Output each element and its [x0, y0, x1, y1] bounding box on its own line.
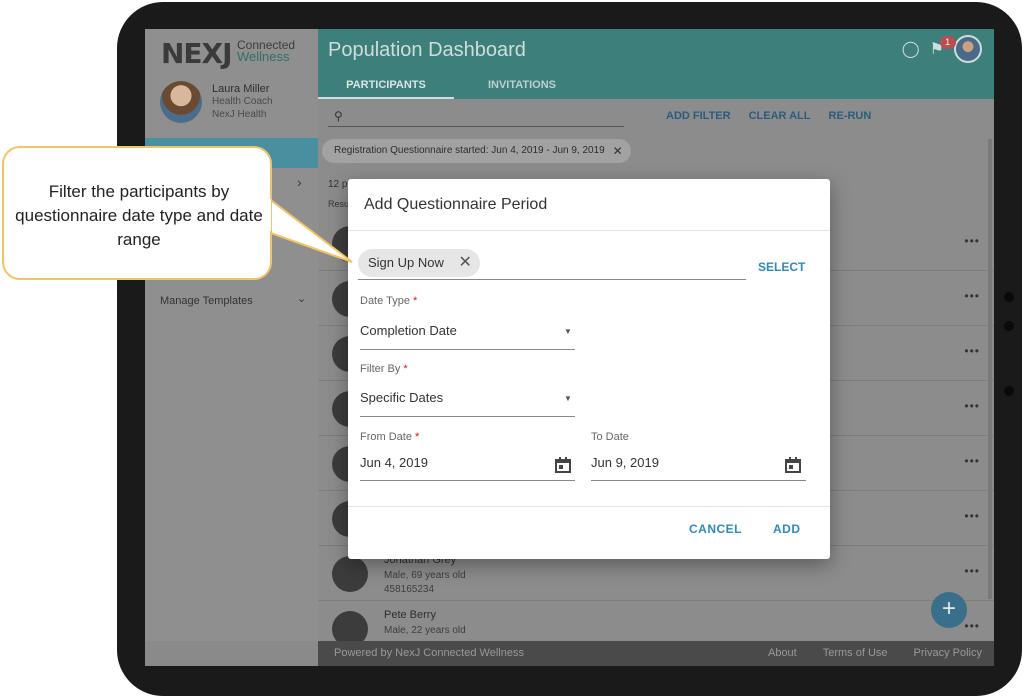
- footer-powered-by: Powered by NexJ Connected Wellness: [334, 647, 524, 659]
- add-questionnaire-dialog: Add Questionnaire Period Sign Up Now ✕ S…: [348, 179, 830, 559]
- more-options-icon[interactable]: •••: [964, 509, 980, 523]
- close-icon[interactable]: ✕: [458, 249, 471, 277]
- from-date-label: From Date *: [360, 431, 420, 443]
- clear-all-button[interactable]: CLEAR ALL: [749, 110, 811, 122]
- date-type-label-text: Date Type: [360, 295, 410, 307]
- dialog-title: Add Questionnaire Period: [364, 196, 548, 213]
- app-footer: Powered by NexJ Connected Wellness About…: [318, 641, 994, 666]
- more-options-icon[interactable]: •••: [964, 619, 980, 633]
- chevron-right-icon[interactable]: ›: [297, 174, 302, 190]
- filter-by-select[interactable]: Specific Dates: [360, 390, 443, 405]
- cancel-button[interactable]: CANCEL: [689, 522, 742, 536]
- more-options-icon[interactable]: •••: [964, 564, 980, 578]
- divider: [348, 506, 830, 507]
- divider: [591, 480, 806, 481]
- user-avatar[interactable]: [954, 35, 982, 63]
- search-icon: ⚲: [334, 109, 343, 123]
- participant-id: 458165234: [384, 584, 435, 595]
- logo-mark: NEXJ: [161, 37, 233, 70]
- privacy-link[interactable]: Privacy Policy: [914, 647, 982, 659]
- dashboard-icon[interactable]: ◯: [902, 39, 920, 59]
- logo-line2: Wellness: [237, 49, 290, 64]
- participant-demographics: Male, 69 years old: [384, 570, 466, 581]
- more-options-icon[interactable]: •••: [964, 289, 980, 303]
- app-header: Population Dashboard ◯ ⚑ 1 PARTICIPANTS I…: [318, 29, 994, 99]
- participant-info: Male, 69 years old 458165234: [384, 569, 466, 597]
- active-filter-label: Registration Questionnaire started: Jun …: [334, 145, 605, 156]
- close-icon[interactable]: ✕: [613, 139, 623, 163]
- more-options-icon[interactable]: •••: [964, 399, 980, 413]
- add-filter-button[interactable]: ADD FILTER: [666, 110, 731, 122]
- profile-info: Laura Miller Health Coach NexJ Health: [212, 83, 273, 121]
- filter-by-label-text: Filter By: [360, 363, 401, 375]
- camera-dot: [1004, 292, 1014, 302]
- callout-text: Filter the participants by questionnaire…: [15, 182, 263, 249]
- camera-dot: [1004, 386, 1014, 396]
- participant-demographics: Male, 22 years old: [384, 625, 466, 636]
- calendar-icon[interactable]: [555, 457, 571, 473]
- logo-text: Connected Wellness: [237, 39, 295, 63]
- tutorial-callout: Filter the participants by questionnaire…: [2, 146, 272, 280]
- divider: [360, 349, 575, 350]
- flag-icon[interactable]: ⚑ 1: [930, 36, 956, 59]
- questionnaire-chip[interactable]: Sign Up Now ✕: [358, 249, 480, 277]
- results-label: Resu: [328, 199, 350, 209]
- notification-badge: 1: [939, 36, 956, 49]
- terms-link[interactable]: Terms of Use: [823, 647, 888, 659]
- result-count: 12 p: [328, 179, 348, 190]
- profile-role: Health Coach: [212, 96, 273, 107]
- from-date-label-text: From Date: [360, 431, 412, 443]
- avatar: [160, 81, 202, 123]
- filter-actions: ADD FILTER CLEAR ALL RE-RUN: [666, 110, 871, 122]
- add-fab-button[interactable]: +: [931, 592, 967, 628]
- divider: [360, 416, 575, 417]
- search-input[interactable]: ⚲: [328, 107, 624, 127]
- about-link[interactable]: About: [768, 647, 797, 659]
- add-button[interactable]: ADD: [773, 522, 801, 536]
- date-type-select[interactable]: Completion Date: [360, 323, 457, 338]
- tab-participants[interactable]: PARTICIPANTS: [318, 73, 454, 99]
- to-date-label: To Date: [591, 431, 629, 443]
- dropdown-arrow-icon[interactable]: ▼: [564, 327, 572, 336]
- more-options-icon[interactable]: •••: [964, 344, 980, 358]
- questionnaire-chip-label: Sign Up Now: [368, 255, 444, 270]
- participant-name: Pete Berry: [384, 609, 436, 621]
- tab-invitations[interactable]: INVITATIONS: [454, 73, 590, 99]
- header-icons: ◯ ⚑ 1: [902, 35, 982, 63]
- sidebar-item-manage-templates[interactable]: Manage Templates: [160, 295, 253, 307]
- date-type-label: Date Type *: [360, 295, 418, 307]
- divider: [348, 230, 830, 231]
- tab-bar: PARTICIPANTS INVITATIONS: [318, 73, 590, 99]
- divider: [358, 279, 746, 280]
- sidebar: NEXJ Connected Wellness Laura Miller Hea…: [145, 29, 318, 641]
- to-date-input[interactable]: Jun 9, 2019: [591, 455, 659, 470]
- dropdown-arrow-icon[interactable]: ▼: [564, 394, 572, 403]
- filter-by-label: Filter By *: [360, 363, 408, 375]
- page-title: Population Dashboard: [328, 39, 526, 61]
- footer-links: About Terms of Use Privacy Policy: [768, 647, 982, 659]
- chevron-down-icon[interactable]: ⌄: [297, 292, 306, 305]
- select-button[interactable]: SELECT: [758, 260, 805, 274]
- calendar-icon[interactable]: [785, 457, 801, 473]
- camera-dot: [1004, 321, 1014, 331]
- profile-name: Laura Miller: [212, 83, 270, 95]
- scrollbar[interactable]: [988, 139, 992, 599]
- participant-info: Male, 22 years old: [384, 624, 466, 638]
- profile-org: NexJ Health: [212, 109, 267, 120]
- more-options-icon[interactable]: •••: [964, 454, 980, 468]
- rerun-button[interactable]: RE-RUN: [829, 110, 872, 122]
- active-filter-chip[interactable]: Registration Questionnaire started: Jun …: [322, 139, 631, 163]
- from-date-input[interactable]: Jun 4, 2019: [360, 455, 428, 470]
- avatar: [332, 556, 368, 592]
- divider: [360, 480, 575, 481]
- more-options-icon[interactable]: •••: [964, 234, 980, 248]
